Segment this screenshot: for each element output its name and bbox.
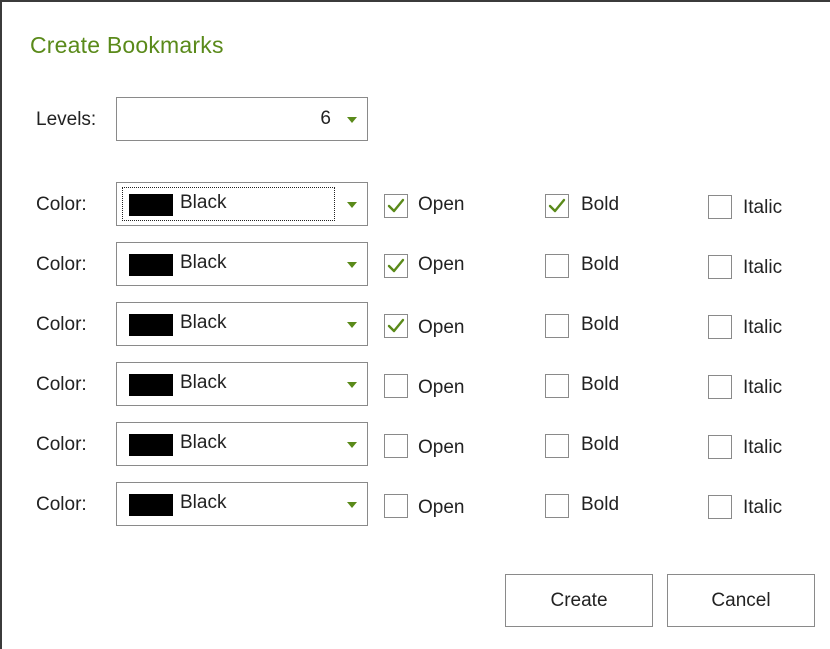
italic-label[interactable]: Italic xyxy=(743,197,782,219)
chevron-down-icon xyxy=(347,442,357,448)
open-label[interactable]: Open xyxy=(418,377,464,399)
color-dropdown-level-6[interactable]: Black xyxy=(116,482,368,526)
open-checkbox-level-2[interactable] xyxy=(384,254,408,278)
bold-label[interactable]: Bold xyxy=(581,314,619,336)
bold-checkbox-level-1[interactable] xyxy=(545,194,569,218)
italic-checkbox-level-1[interactable] xyxy=(708,195,732,219)
italic-checkbox-level-6[interactable] xyxy=(708,495,732,519)
chevron-down-icon xyxy=(347,322,357,328)
color-dropdown-level-1[interactable]: Black xyxy=(116,182,368,226)
italic-checkbox-level-5[interactable] xyxy=(708,435,732,459)
color-name: Black xyxy=(180,492,227,513)
levels-value: 6 xyxy=(320,108,331,129)
open-checkbox-level-3[interactable] xyxy=(384,314,408,338)
italic-checkbox-level-4[interactable] xyxy=(708,375,732,399)
open-checkbox-level-1[interactable] xyxy=(384,194,408,218)
color-name: Black xyxy=(180,252,227,273)
color-swatch xyxy=(129,374,173,396)
color-name: Black xyxy=(180,432,227,453)
dialog-title: Create Bookmarks xyxy=(30,32,224,58)
color-dropdown-level-2[interactable]: Black xyxy=(116,242,368,286)
bold-checkbox-level-2[interactable] xyxy=(545,254,569,278)
bold-checkbox-level-4[interactable] xyxy=(545,374,569,398)
bold-label[interactable]: Bold xyxy=(581,494,619,516)
italic-label[interactable]: Italic xyxy=(743,377,782,399)
open-checkbox-level-5[interactable] xyxy=(384,434,408,458)
chevron-down-icon xyxy=(347,382,357,388)
italic-label[interactable]: Italic xyxy=(743,257,782,279)
chevron-down-icon xyxy=(347,262,357,268)
bold-label[interactable]: Bold xyxy=(581,194,619,216)
color-label: Color: xyxy=(36,314,87,335)
open-label[interactable]: Open xyxy=(418,317,464,339)
color-label: Color: xyxy=(36,374,87,395)
chevron-down-icon xyxy=(347,202,357,208)
chevron-down-icon xyxy=(347,502,357,508)
open-label[interactable]: Open xyxy=(418,194,464,216)
italic-label[interactable]: Italic xyxy=(743,497,782,519)
bold-label[interactable]: Bold xyxy=(581,374,619,396)
color-swatch xyxy=(129,314,173,336)
bold-checkbox-level-3[interactable] xyxy=(545,314,569,338)
italic-checkbox-level-2[interactable] xyxy=(708,255,732,279)
color-swatch xyxy=(129,494,173,516)
open-label[interactable]: Open xyxy=(418,437,464,459)
color-dropdown-level-3[interactable]: Black xyxy=(116,302,368,346)
chevron-down-icon xyxy=(347,117,357,123)
levels-dropdown[interactable]: 6 xyxy=(116,97,368,141)
bold-checkbox-level-6[interactable] xyxy=(545,494,569,518)
color-swatch xyxy=(129,194,173,216)
bold-label[interactable]: Bold xyxy=(581,434,619,456)
color-label: Color: xyxy=(36,254,87,275)
color-dropdown-level-5[interactable]: Black xyxy=(116,422,368,466)
color-label: Color: xyxy=(36,194,87,215)
color-dropdown-level-4[interactable]: Black xyxy=(116,362,368,406)
levels-label: Levels: xyxy=(36,109,97,130)
open-label[interactable]: Open xyxy=(418,254,464,276)
italic-checkbox-level-3[interactable] xyxy=(708,315,732,339)
bold-label[interactable]: Bold xyxy=(581,254,619,276)
italic-label[interactable]: Italic xyxy=(743,437,782,459)
color-label: Color: xyxy=(36,494,87,515)
open-checkbox-level-4[interactable] xyxy=(384,374,408,398)
color-name: Black xyxy=(180,192,227,213)
color-name: Black xyxy=(180,372,227,393)
italic-label[interactable]: Italic xyxy=(743,317,782,339)
bold-checkbox-level-5[interactable] xyxy=(545,434,569,458)
open-label[interactable]: Open xyxy=(418,497,464,519)
color-name: Black xyxy=(180,312,227,333)
color-swatch xyxy=(129,434,173,456)
color-swatch xyxy=(129,254,173,276)
open-checkbox-level-6[interactable] xyxy=(384,494,408,518)
create-bookmarks-dialog: Create Bookmarks Levels: 6 Color: Black Op… xyxy=(0,0,830,649)
color-label: Color: xyxy=(36,434,87,455)
create-button[interactable]: Create xyxy=(505,574,653,627)
cancel-button[interactable]: Cancel xyxy=(667,574,815,627)
